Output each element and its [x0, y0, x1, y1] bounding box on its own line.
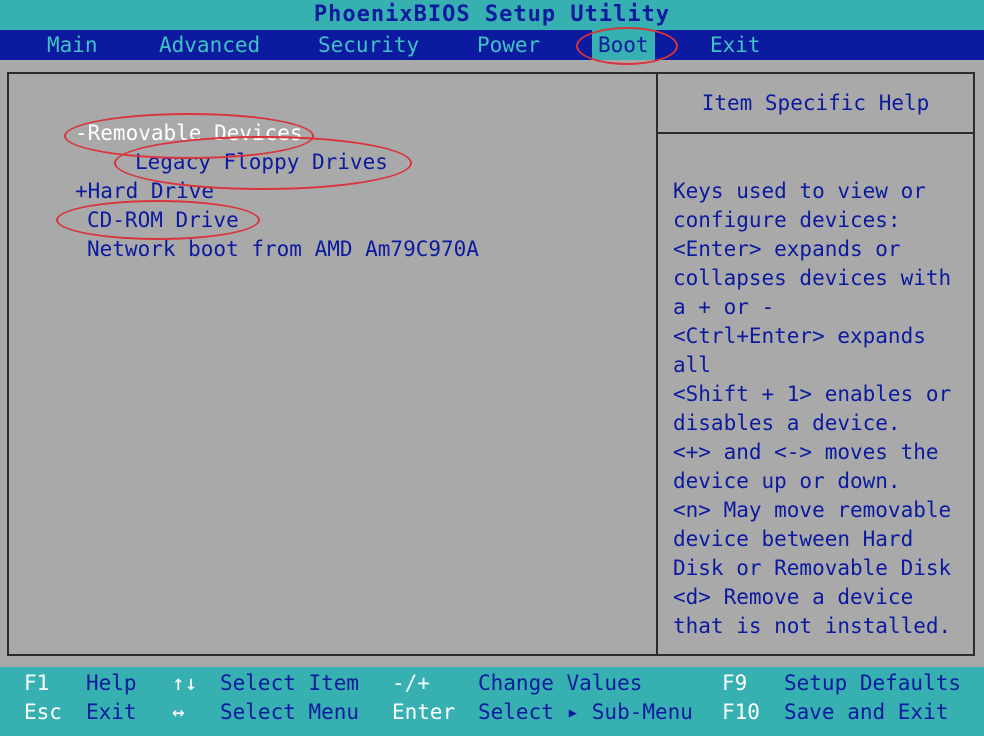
help-text: Keys used to view or configure devices: … [673, 179, 952, 638]
key-f9-desc: Setup Defaults [784, 671, 962, 695]
boot-item-cdrom[interactable]: CD-ROM Drive [87, 206, 239, 234]
key-f10-desc: Save and Exit [784, 700, 949, 724]
boot-item-network[interactable]: Network boot from AMD Am79C970A [87, 235, 479, 263]
key-f1: F1 [24, 671, 50, 695]
key-minusplus: -/+ [392, 671, 430, 695]
key-enter-desc: Select ▸ Sub-Menu [478, 700, 693, 724]
key-leftright: ↔ [172, 700, 185, 724]
key-updown: ↑↓ [172, 671, 198, 695]
status-bar: F1 Help ↑↓ Select Item -/+ Change Values… [0, 667, 984, 736]
menu-power[interactable]: Power [477, 30, 540, 60]
panel-divider [656, 74, 658, 654]
title-bar: PhoenixBIOS Setup Utility [0, 0, 984, 30]
menu-boot[interactable]: Boot [592, 30, 655, 60]
key-updown-desc: Select Item [220, 671, 360, 695]
key-esc: Esc [24, 700, 62, 724]
boot-item-hard-drive[interactable]: +Hard Drive [75, 177, 214, 205]
boot-item-removable-devices[interactable]: -Removable Devices [75, 119, 303, 147]
menu-security[interactable]: Security [318, 30, 419, 60]
menu-advanced[interactable]: Advanced [159, 30, 260, 60]
app-title: PhoenixBIOS Setup Utility [313, 2, 671, 27]
key-esc-desc: Exit [86, 700, 137, 724]
key-f10: F10 [722, 700, 760, 724]
main-frame: -Removable Devices Legacy Floppy Drives … [7, 72, 975, 656]
key-leftright-desc: Select Menu [220, 700, 360, 724]
boot-item-legacy-floppy[interactable]: Legacy Floppy Drives [135, 148, 388, 176]
key-f9: F9 [722, 671, 748, 695]
menu-bar: Main Advanced Security Power Boot Exit [0, 30, 984, 60]
menu-main[interactable]: Main [47, 30, 98, 60]
key-minusplus-desc: Change Values [478, 671, 643, 695]
key-f1-desc: Help [86, 671, 137, 695]
boot-device-list: -Removable Devices Legacy Floppy Drives … [9, 74, 655, 654]
help-title: Item Specific Help [701, 91, 930, 115]
key-enter: Enter [392, 700, 456, 724]
help-separator [658, 132, 973, 134]
menu-exit[interactable]: Exit [710, 30, 761, 60]
